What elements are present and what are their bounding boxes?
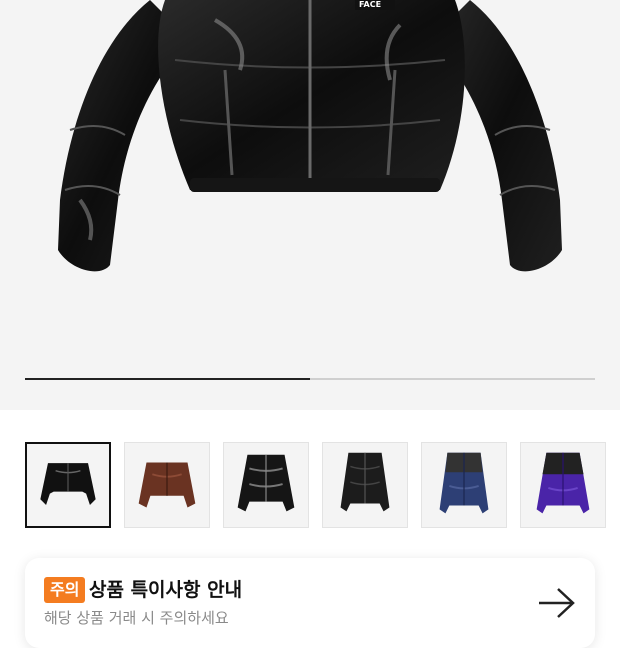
thumb-purple-jacket — [536, 452, 590, 514]
caution-badge: 주의 — [44, 577, 86, 603]
product-image-gallery[interactable]: FACE — [0, 0, 620, 410]
brand-logo: FACE — [359, 0, 381, 9]
thumb-brown-jacket — [138, 462, 196, 508]
notice-subtitle: 해당 상품 거래 시 주의하세요 — [44, 609, 229, 627]
product-photo-black-puffer-jacket: FACE — [58, 0, 562, 272]
thumbnail-5[interactable] — [421, 442, 507, 528]
thumb-black-shiny-jacket — [237, 454, 295, 512]
arrow-right-icon[interactable] — [537, 586, 577, 620]
thumb-navy-jacket — [439, 452, 489, 514]
thumbnail-6[interactable] — [520, 442, 606, 528]
gallery-progress-bar — [25, 378, 595, 380]
product-notice-card[interactable]: 주의 상품 특이사항 안내 해당 상품 거래 시 주의하세요 — [25, 558, 595, 648]
thumbnail-3[interactable] — [223, 442, 309, 528]
thumbnail-2[interactable] — [124, 442, 210, 528]
thumb-black-glossy-jacket — [40, 463, 96, 506]
thumbnail-strip[interactable] — [25, 442, 620, 528]
thumb-black-matte-jacket — [340, 452, 390, 512]
gallery-progress-fill — [25, 378, 310, 380]
thumbnail-1[interactable] — [25, 442, 111, 528]
thumbnail-4[interactable] — [322, 442, 408, 528]
notice-title: 상품 특이사항 안내 — [89, 579, 243, 601]
